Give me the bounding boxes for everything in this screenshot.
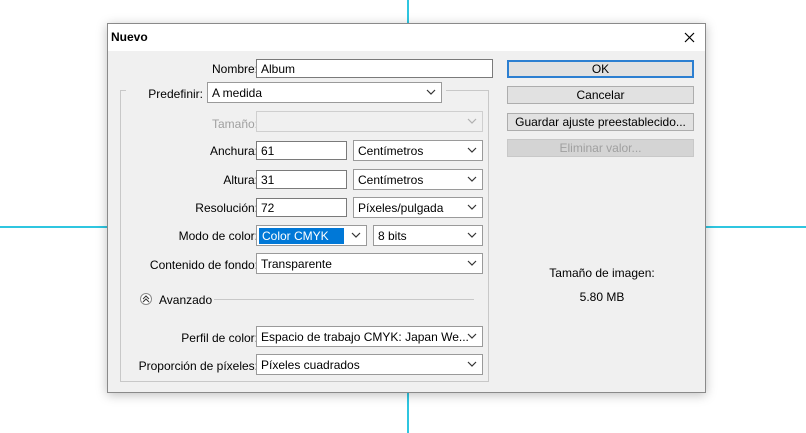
close-button[interactable] [673, 24, 705, 51]
width-input[interactable]: 61 [256, 141, 347, 160]
width-unit-value: Centímetros [358, 144, 424, 158]
name-label: Nombre: [211, 62, 258, 76]
advanced-toggle[interactable] [140, 293, 152, 305]
width-unit-select[interactable]: Centímetros [353, 140, 483, 161]
chevron-down-icon [467, 147, 477, 153]
resolution-unit-value: Píxeles/pulgada [358, 201, 444, 215]
group-border-bottom [120, 381, 489, 382]
group-border-top-right [446, 90, 488, 91]
cancel-button[interactable]: Cancelar [507, 86, 694, 104]
size-select[interactable] [256, 111, 483, 132]
pixel-aspect-label: Proporción de píxeles: [138, 359, 258, 373]
background-contents-value: Transparente [261, 257, 332, 271]
chevron-up-double-icon [142, 295, 150, 303]
new-document-dialog: Nuevo Nombre: Album Predefinir: A medida… [107, 23, 706, 393]
chevron-down-icon [467, 118, 477, 124]
chevron-down-icon [467, 232, 477, 238]
color-profile-select[interactable]: Espacio de trabajo CMYK: Japan We... [256, 326, 483, 347]
height-input[interactable]: 31 [256, 170, 347, 189]
color-mode-value: Color CMYK [259, 228, 344, 244]
preset-label: Predefinir: [148, 87, 203, 101]
name-input[interactable]: Album [256, 59, 493, 78]
pixel-aspect-value: Píxeles cuadrados [261, 358, 360, 372]
delete-preset-button[interactable]: Eliminar valor... [507, 139, 694, 157]
chevron-down-icon [467, 204, 477, 210]
height-unit-value: Centímetros [358, 173, 424, 187]
group-border-right [488, 90, 489, 382]
guide-vertical-bottom [407, 392, 409, 433]
color-mode-label: Modo de color: [178, 229, 258, 243]
chevron-down-icon [467, 260, 477, 266]
height-unit-select[interactable]: Centímetros [353, 169, 483, 190]
resolution-label: Resolución: [195, 201, 258, 215]
width-label: Anchura: [209, 144, 258, 158]
advanced-label: Avanzado [159, 293, 213, 307]
image-size-value: 5.80 MB [579, 290, 625, 304]
chevron-down-icon [467, 176, 477, 182]
background-contents-label: Contenido de fondo: [149, 258, 258, 272]
pixel-aspect-select[interactable]: Píxeles cuadrados [256, 354, 483, 375]
color-profile-label: Perfil de color: [181, 331, 258, 345]
dialog-title: Nuevo [111, 30, 148, 44]
bit-depth-value: 8 bits [378, 229, 407, 243]
resolution-unit-select[interactable]: Píxeles/pulgada [353, 197, 483, 218]
chevron-down-icon [467, 361, 477, 367]
chevron-down-icon [351, 232, 361, 238]
size-label: Tamaño: [211, 117, 258, 131]
group-border-left [120, 90, 121, 382]
preset-select[interactable]: A medida [207, 82, 442, 103]
resolution-input[interactable]: 72 [256, 198, 347, 217]
chevron-down-icon [426, 89, 436, 95]
chevron-down-icon [467, 333, 477, 339]
guide-vertical-top [407, 0, 409, 23]
guide-horizontal-right [705, 226, 806, 228]
guide-horizontal-left [0, 226, 107, 228]
background-contents-select[interactable]: Transparente [256, 253, 483, 274]
close-icon [684, 32, 694, 43]
save-preset-button[interactable]: Guardar ajuste preestablecido... [507, 113, 694, 131]
advanced-divider [214, 299, 474, 300]
preset-select-value: A medida [212, 86, 263, 100]
height-label: Altura: [223, 173, 258, 187]
image-size-label: Tamaño de imagen: [549, 266, 655, 280]
ok-button[interactable]: OK [507, 60, 694, 78]
color-mode-select[interactable]: Color CMYK [256, 225, 367, 246]
bit-depth-select[interactable]: 8 bits [373, 225, 483, 246]
color-profile-value: Espacio de trabajo CMYK: Japan We... [261, 330, 469, 344]
title-bar: Nuevo [108, 24, 705, 51]
